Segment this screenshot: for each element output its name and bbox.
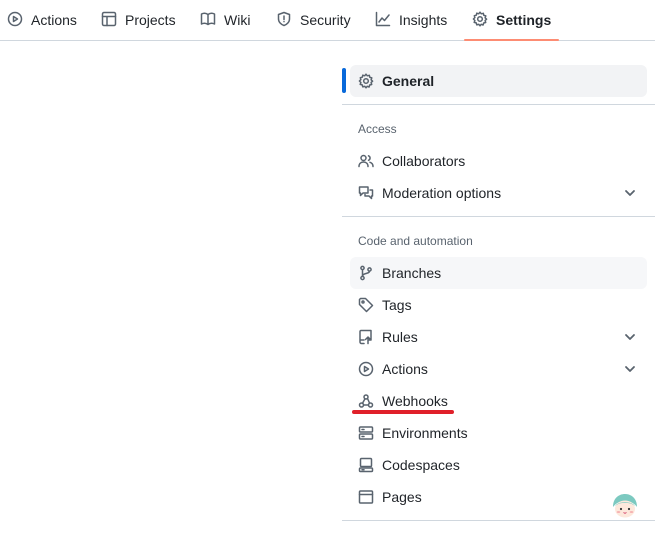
divider — [342, 520, 655, 521]
tab-label: Settings — [496, 12, 552, 28]
tab-label: Wiki — [224, 12, 251, 28]
shield-icon — [276, 11, 292, 30]
sidebar-item-tags[interactable]: Tags — [350, 289, 647, 321]
play-circle-icon — [358, 361, 374, 377]
tag-icon — [358, 297, 374, 313]
comment-discussion-icon — [358, 185, 374, 201]
sidebar-item-label: Environments — [382, 425, 468, 441]
tab-insights[interactable]: Insights — [375, 0, 447, 40]
book-icon — [200, 11, 216, 30]
tab-projects[interactable]: Projects — [101, 0, 176, 40]
graph-icon — [375, 11, 391, 30]
mascot-icon[interactable] — [610, 493, 640, 519]
group-title-access: Access — [358, 122, 397, 136]
sidebar-item-collaborators[interactable]: Collaborators — [350, 145, 647, 177]
sidebar-item-branches[interactable]: Branches — [350, 257, 647, 289]
sidebar-item-label: Collaborators — [382, 153, 466, 169]
repo-push-icon — [358, 329, 374, 345]
git-branch-icon — [358, 265, 374, 281]
sidebar-item-label: Pages — [382, 489, 422, 505]
gear-icon — [358, 73, 374, 89]
sidebar-item-label: Branches — [382, 265, 442, 281]
sidebar-item-codespaces[interactable]: Codespaces — [350, 449, 647, 481]
browser-icon — [358, 489, 374, 505]
sidebar-item-label: Codespaces — [382, 457, 460, 473]
sidebar-item-label: Moderation options — [382, 185, 502, 201]
tab-wiki[interactable]: Wiki — [200, 0, 250, 40]
webhook-icon — [358, 393, 374, 409]
sidebar-item-label: Tags — [382, 297, 412, 313]
annotation-underline — [352, 410, 454, 414]
sidebar-item-label: General — [382, 73, 435, 89]
codespaces-icon — [358, 457, 374, 473]
repo-navigation: Actions Projects Wiki Security Insights … — [0, 0, 655, 41]
sidebar-item-rules[interactable]: Rules — [350, 321, 647, 353]
tab-actions[interactable]: Actions — [7, 0, 77, 40]
chevron-down-icon[interactable] — [623, 186, 637, 200]
tab-label: Actions — [31, 12, 77, 28]
sidebar-item-environments[interactable]: Environments — [350, 417, 647, 449]
sidebar-item-pages[interactable]: Pages — [350, 481, 647, 513]
divider — [342, 216, 655, 217]
server-icon — [358, 425, 374, 441]
chevron-down-icon[interactable] — [623, 362, 637, 376]
sidebar-item-label: Webhooks — [382, 393, 448, 409]
people-icon — [358, 153, 374, 169]
play-circle-icon — [7, 11, 23, 30]
sidebar-item-general[interactable]: General — [350, 65, 647, 97]
tab-security[interactable]: Security — [276, 0, 351, 40]
chevron-down-icon[interactable] — [623, 330, 637, 344]
sidebar-item-label: Rules — [382, 329, 418, 345]
selected-indicator — [342, 68, 346, 93]
table-icon — [101, 11, 117, 30]
sidebar-item-moderation-options[interactable]: Moderation options — [350, 177, 647, 209]
tab-label: Projects — [125, 12, 176, 28]
tab-label: Insights — [399, 12, 448, 28]
sidebar-item-label: Actions — [382, 361, 428, 377]
group-title-code-and-automation: Code and automation — [358, 234, 473, 248]
sidebar-item-actions[interactable]: Actions — [350, 353, 647, 385]
tab-settings[interactable]: Settings — [463, 0, 560, 41]
tab-label: Security — [300, 12, 351, 28]
divider — [342, 104, 655, 105]
gear-icon — [472, 10, 488, 30]
